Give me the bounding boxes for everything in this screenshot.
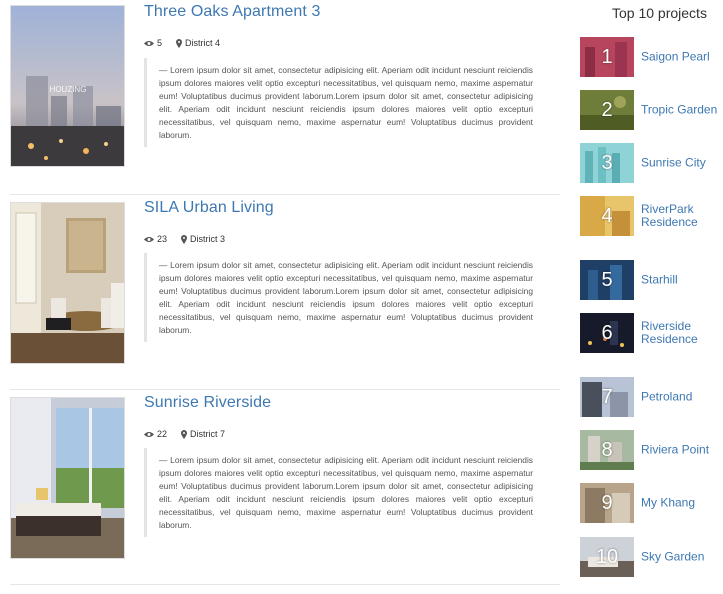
top-project-item[interactable]: 1 Saigon Pearl xyxy=(580,37,723,77)
top-project-item[interactable]: 6 Riverside Residence xyxy=(580,313,723,353)
views-count: 23 xyxy=(144,234,167,244)
eye-icon xyxy=(144,236,154,242)
rank-number: 4 xyxy=(601,205,613,227)
project-meta: 5 District 4 xyxy=(144,38,220,48)
project-thumbnail[interactable]: HOUZING xyxy=(10,5,125,167)
top-project-name[interactable]: My Khang xyxy=(641,496,721,510)
top-project-name[interactable]: Riverside Residence xyxy=(641,320,721,346)
top-project-name[interactable]: RiverPark Residence xyxy=(641,203,721,229)
top-project-name[interactable]: Sky Garden xyxy=(641,550,721,564)
rank-number: 6 xyxy=(601,322,613,344)
district-label: District 7 xyxy=(181,429,225,439)
top-project-name[interactable]: Tropic Garden xyxy=(641,103,721,117)
map-pin-icon xyxy=(181,234,188,244)
project-thumbnail[interactable] xyxy=(10,397,125,559)
watermark: HOUZING xyxy=(50,85,87,94)
project-title[interactable]: Sunrise Riverside xyxy=(144,394,271,412)
top-project-item[interactable]: 9 My Khang xyxy=(580,483,723,523)
eye-icon xyxy=(144,431,154,437)
rank-number: 9 xyxy=(601,492,613,514)
top-project-item[interactable]: 2 Tropic Garden xyxy=(580,90,723,130)
rank-number: 3 xyxy=(601,152,613,174)
project-card: Sunrise Riverside 22 District 7 — Lorem … xyxy=(10,390,560,585)
project-description: — Lorem ipsum dolor sit amet, consectetu… xyxy=(144,253,533,343)
district-label: District 4 xyxy=(176,38,220,48)
top-project-name[interactable]: Starhill xyxy=(641,273,721,287)
rank-number: 5 xyxy=(601,269,613,291)
project-card: SILA Urban Living 23 District 3 — Lorem … xyxy=(10,195,560,390)
project-description: — Lorem ipsum dolor sit amet, consectetu… xyxy=(144,58,533,148)
rank-number: 10 xyxy=(595,546,619,568)
top-project-item[interactable]: 3 Sunrise City xyxy=(580,143,723,183)
top-project-item[interactable]: 5 Starhill xyxy=(580,260,723,300)
views-count: 5 xyxy=(144,38,162,48)
top-project-name[interactable]: Sunrise City xyxy=(641,156,721,170)
views-count: 22 xyxy=(144,429,167,439)
project-listing: HOUZING Three Oaks Apartment 3 5 Distric… xyxy=(10,0,560,585)
rank-number: 8 xyxy=(601,439,613,461)
rank-number: 2 xyxy=(601,99,613,121)
map-pin-icon xyxy=(176,38,183,48)
top-project-name[interactable]: Riviera Point xyxy=(641,443,721,457)
district-label: District 3 xyxy=(181,234,225,244)
project-title[interactable]: Three Oaks Apartment 3 xyxy=(144,3,321,21)
rank-number: 7 xyxy=(601,386,613,408)
top-project-item[interactable]: 7 Petroland xyxy=(580,377,723,417)
top-project-item[interactable]: 8 Riviera Point xyxy=(580,430,723,470)
project-description: — Lorem ipsum dolor sit amet, consectetu… xyxy=(144,448,533,538)
top-project-name[interactable]: Petroland xyxy=(641,390,721,404)
project-title[interactable]: SILA Urban Living xyxy=(144,199,274,217)
eye-icon xyxy=(144,40,154,46)
top-project-item[interactable]: 4 RiverPark Residence xyxy=(580,196,723,236)
project-meta: 22 District 7 xyxy=(144,429,225,439)
project-card: HOUZING Three Oaks Apartment 3 5 Distric… xyxy=(10,0,560,195)
sidebar-title: Top 10 projects xyxy=(612,5,707,21)
map-pin-icon xyxy=(181,429,188,439)
project-thumbnail[interactable] xyxy=(10,202,125,364)
project-meta: 23 District 3 xyxy=(144,234,225,244)
rank-number: 1 xyxy=(601,46,613,68)
top-project-name[interactable]: Saigon Pearl xyxy=(641,50,721,64)
top-project-item[interactable]: 10 Sky Garden xyxy=(580,537,723,577)
